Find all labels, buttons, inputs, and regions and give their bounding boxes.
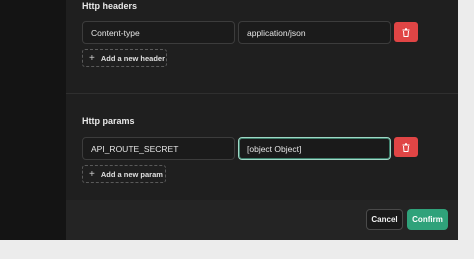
confirm-button[interactable]: Confirm bbox=[407, 209, 448, 230]
trash-icon bbox=[402, 27, 410, 37]
add-header-button[interactable]: + Add a new header bbox=[82, 49, 167, 67]
section-divider bbox=[66, 93, 458, 94]
cancel-button[interactable]: Cancel bbox=[366, 209, 403, 230]
delete-param-button[interactable] bbox=[394, 137, 418, 157]
header-key-input[interactable]: Content-type bbox=[82, 21, 235, 44]
trash-icon bbox=[402, 142, 410, 152]
add-param-label: Add a new param bbox=[100, 169, 163, 179]
param-key-input[interactable]: API_ROUTE_SECRET bbox=[82, 137, 235, 160]
delete-header-button[interactable] bbox=[394, 22, 418, 42]
add-param-button[interactable]: + Add a new param bbox=[82, 165, 166, 183]
plus-icon: + bbox=[89, 52, 95, 64]
http-headers-title: Http headers bbox=[82, 1, 138, 11]
param-value-input[interactable]: [object Object] bbox=[238, 137, 391, 160]
http-params-title: Http params bbox=[82, 116, 135, 126]
modal-body: Http headers Content-type application/js… bbox=[66, 0, 458, 200]
plus-icon: + bbox=[89, 168, 95, 180]
header-value-input[interactable]: application/json bbox=[238, 21, 391, 44]
http-config-modal: Http headers Content-type application/js… bbox=[66, 0, 458, 240]
add-header-label: Add a new header bbox=[100, 53, 166, 63]
